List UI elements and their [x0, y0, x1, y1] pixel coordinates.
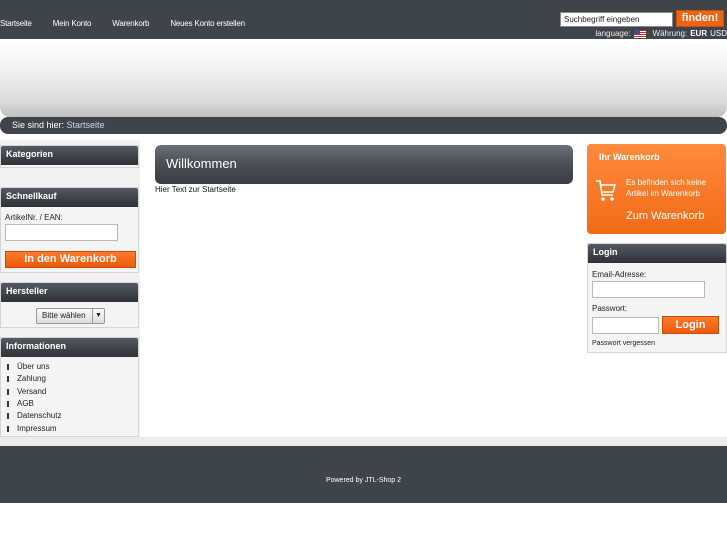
- top-bar: Startseite Mein Konto Warenkorb Neues Ko…: [0, 0, 727, 39]
- list-item[interactable]: Zahlung: [17, 373, 46, 385]
- us-flag-icon[interactable]: [633, 29, 646, 38]
- breadcrumb-link-startseite[interactable]: Startseite: [67, 120, 105, 130]
- bullet-icon: [7, 413, 9, 420]
- info-item-versand[interactable]: Versand: [7, 386, 138, 398]
- footer-divider: [0, 437, 727, 446]
- cart-empty-message: Es befinden sich keine Artikel im Warenk…: [626, 177, 706, 199]
- cart-message-line2: Artikel im Warenkorb: [626, 189, 700, 198]
- hersteller-select-value: Bitte wählen: [42, 311, 86, 320]
- list-item[interactable]: Über uns: [17, 361, 49, 373]
- footer: [0, 446, 727, 503]
- list-item[interactable]: Impressum: [17, 423, 57, 435]
- kategorien-box: Kategorien: [0, 145, 139, 168]
- nav-mein-konto[interactable]: Mein Konto: [53, 19, 92, 28]
- bullet-icon: [7, 388, 9, 395]
- cart-message-line1: Es befinden sich keine: [626, 178, 707, 187]
- password-field[interactable]: [592, 317, 659, 334]
- info-item-ueber-uns[interactable]: Über uns: [7, 361, 138, 373]
- kategorien-title: Kategorien: [1, 146, 138, 165]
- list-item[interactable]: AGB: [17, 398, 34, 410]
- bullet-icon: [7, 364, 9, 371]
- info-item-agb[interactable]: AGB: [7, 398, 138, 410]
- search-input[interactable]: [560, 12, 673, 27]
- nav-neues-konto[interactable]: Neues Konto erstellen: [170, 19, 245, 28]
- language-currency-row: language: Währung: EUR USD: [595, 29, 727, 38]
- login-box: Login Email-Adresse: Passwort: Login Pas…: [587, 243, 727, 353]
- nav-warenkorb[interactable]: Warenkorb: [112, 19, 149, 28]
- info-item-datenschutz[interactable]: Datenschutz: [7, 410, 138, 422]
- informationen-box: Informationen Über uns Zahlung Versand A…: [0, 337, 139, 437]
- email-label: Email-Adresse:: [592, 270, 647, 279]
- cart-title: Ihr Warenkorb: [599, 152, 660, 162]
- cart-box: Ihr Warenkorb Es befinden sich keine Art…: [587, 144, 726, 234]
- forgot-password-link[interactable]: Passwort vergessen: [592, 340, 655, 347]
- welcome-heading: Willkommen: [155, 145, 573, 184]
- in-den-warenkorb-button[interactable]: In den Warenkorb: [5, 251, 136, 268]
- footer-powered-by[interactable]: Powered by JTL-Shop 2: [0, 477, 727, 484]
- chevron-down-icon[interactable]: ▼: [92, 309, 104, 323]
- hersteller-select[interactable]: Bitte wählen ▼: [36, 308, 105, 324]
- top-nav: Startseite Mein Konto Warenkorb Neues Ko…: [0, 19, 266, 28]
- search-button[interactable]: finden!: [676, 10, 724, 27]
- email-field[interactable]: [592, 281, 705, 298]
- currency-label: Währung:: [652, 29, 688, 38]
- currency-eur[interactable]: EUR: [690, 29, 707, 38]
- list-item[interactable]: Datenschutz: [17, 410, 61, 422]
- artikelnr-label: ArtikelNr. / EAN:: [5, 213, 63, 222]
- info-item-zahlung[interactable]: Zahlung: [7, 373, 138, 385]
- login-button[interactable]: Login: [662, 316, 719, 334]
- language-label: language:: [595, 29, 631, 38]
- informationen-title: Informationen: [1, 338, 138, 357]
- login-title: Login: [588, 244, 726, 263]
- hersteller-box: Hersteller Bitte wählen ▼: [0, 282, 139, 328]
- left-sidebar: Kategorien Schnellkauf ArtikelNr. / EAN:…: [0, 140, 140, 437]
- schnellkauf-box: Schnellkauf ArtikelNr. / EAN: In den War…: [0, 187, 139, 273]
- shopping-cart-icon: [596, 180, 616, 201]
- currency-usd[interactable]: USD: [710, 29, 727, 38]
- header-banner: [0, 39, 727, 117]
- list-item[interactable]: Versand: [17, 386, 46, 398]
- zum-warenkorb-link[interactable]: Zum Warenkorb: [626, 210, 704, 222]
- nav-startseite[interactable]: Startseite: [0, 19, 32, 28]
- breadcrumb-prefix: Sie sind hier:: [12, 120, 65, 130]
- informationen-list: Über uns Zahlung Versand AGB Datenschutz…: [1, 357, 138, 435]
- schnellkauf-title: Schnellkauf: [1, 188, 138, 207]
- info-item-impressum[interactable]: Impressum: [7, 422, 138, 434]
- password-label: Passwort:: [592, 304, 628, 313]
- bullet-icon: [7, 376, 9, 383]
- breadcrumb: Sie sind hier: Startseite: [0, 117, 727, 134]
- bullet-icon: [7, 425, 9, 432]
- artikelnr-input[interactable]: [5, 224, 118, 241]
- welcome-text: Hier Text zur Startseite: [155, 185, 236, 194]
- bullet-icon: [7, 401, 9, 408]
- hersteller-title: Hersteller: [1, 283, 138, 302]
